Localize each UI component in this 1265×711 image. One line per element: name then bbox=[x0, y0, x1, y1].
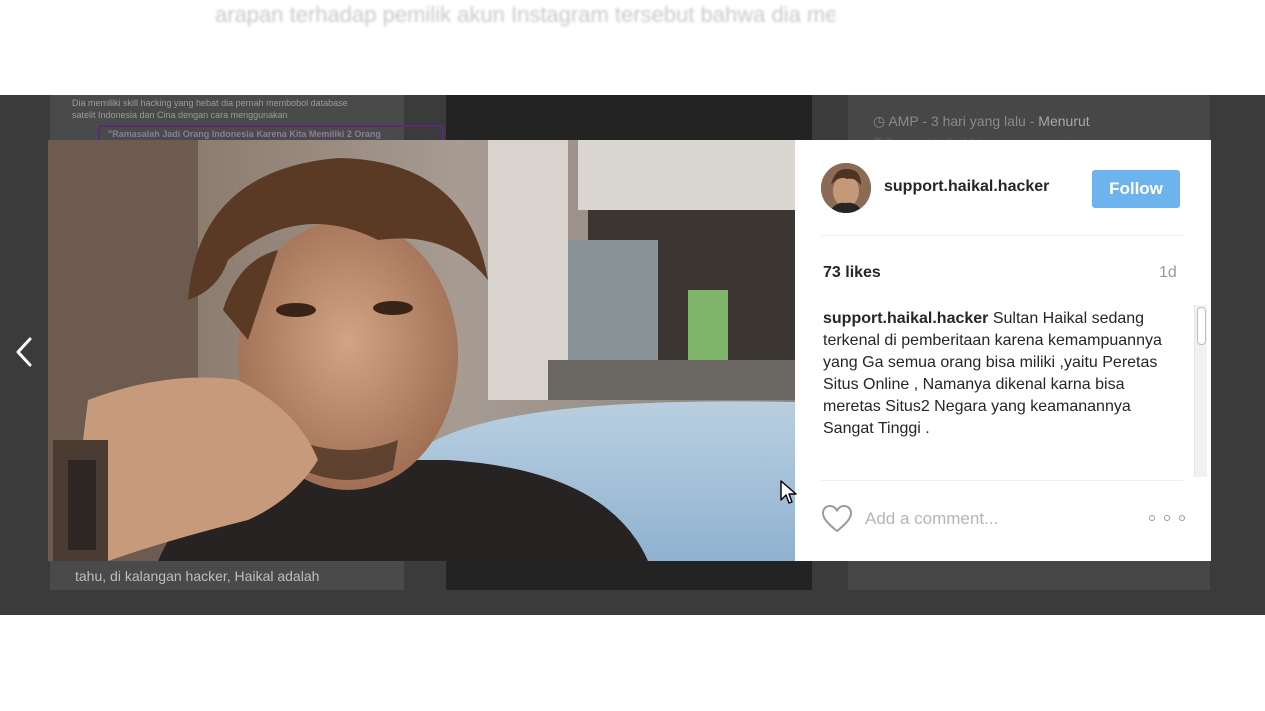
more-options-button[interactable] bbox=[1149, 508, 1185, 528]
chevron-left-icon bbox=[16, 337, 32, 367]
add-comment-input[interactable] bbox=[865, 506, 1125, 532]
scrollbar-thumb[interactable] bbox=[1197, 307, 1206, 345]
post-age[interactable]: 1d bbox=[1159, 264, 1177, 282]
more-options-icon bbox=[1179, 515, 1185, 521]
page-top-band: arapan terhadap pemilik akun Instagram t… bbox=[0, 0, 1265, 95]
header-divider bbox=[821, 235, 1183, 236]
like-button[interactable] bbox=[821, 504, 853, 534]
heart-icon bbox=[821, 504, 853, 533]
comment-divider bbox=[821, 480, 1183, 481]
background-source: AMP bbox=[888, 113, 919, 129]
background-article-text-2: satelit Indonesia dan Cina dengan cara m… bbox=[72, 110, 288, 120]
more-options-icon bbox=[1164, 515, 1170, 521]
background-snippet: Menurut bbox=[1038, 113, 1090, 129]
background-headline: arapan terhadap pemilik akun Instagram t… bbox=[215, 2, 835, 27]
avatar-image bbox=[821, 163, 871, 213]
post-caption: support.haikal.hacker Sultan Haikal seda… bbox=[823, 308, 1168, 440]
background-time: 3 hari yang lalu bbox=[930, 113, 1026, 129]
background-article-text: Dia memiliki skill hacking yang hebat di… bbox=[72, 98, 348, 108]
caption-username[interactable]: support.haikal.hacker bbox=[823, 310, 988, 327]
post-header: support.haikal.hacker Follow bbox=[821, 162, 1183, 216]
background-article-bottom-text: tahu, di kalangan hacker, Haikal adalah bbox=[75, 568, 320, 584]
mouse-cursor-icon bbox=[780, 480, 797, 504]
caption-area[interactable]: support.haikal.hacker Sultan Haikal seda… bbox=[823, 308, 1168, 473]
avatar[interactable] bbox=[821, 163, 871, 213]
clock-icon: ◷ bbox=[873, 113, 886, 129]
selfie-image bbox=[48, 140, 795, 561]
post-username[interactable]: support.haikal.hacker bbox=[884, 178, 1049, 196]
page-bottom-band bbox=[0, 615, 1265, 711]
likes-count[interactable]: 73 likes bbox=[823, 264, 881, 282]
caption-text: Sultan Haikal sedang terkenal di pemberi… bbox=[823, 310, 1162, 437]
caption-scrollbar[interactable] bbox=[1194, 305, 1207, 477]
more-options-icon bbox=[1149, 515, 1155, 521]
post-details-panel: support.haikal.hacker Follow 73 likes 1d… bbox=[795, 140, 1211, 561]
background-quote-text: "Ramasalah Jadi Orang Indonesia Karena K… bbox=[108, 129, 381, 139]
post-photo[interactable] bbox=[48, 140, 795, 561]
follow-button[interactable]: Follow bbox=[1092, 170, 1180, 208]
post-modal: support.haikal.hacker Follow 73 likes 1d… bbox=[48, 140, 1211, 561]
previous-post-button[interactable] bbox=[10, 332, 38, 372]
